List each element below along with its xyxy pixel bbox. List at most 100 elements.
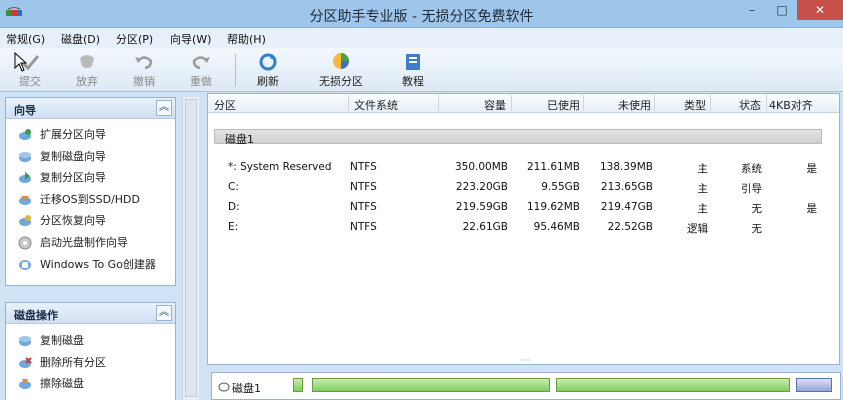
undo-label: 撤销	[133, 75, 155, 88]
redo-icon	[192, 56, 210, 70]
disk-ops-panel-title: 磁盘操作	[14, 309, 58, 322]
menu-disk[interactable]: 磁盘(D)	[61, 31, 100, 47]
wizard-item-copy-disk[interactable]: 复制磁盘向导	[6, 146, 175, 168]
disk-op-wipe-disk[interactable]: 擦除磁盘	[6, 373, 175, 395]
disk-op-label: 删除所有分区	[40, 355, 106, 369]
column-divider[interactable]	[710, 95, 711, 111]
partition-bar-system-reserved[interactable]	[293, 378, 303, 392]
toolbar: 提交 放弃 撤销 重做 刷新 无损分区 教程	[0, 48, 843, 92]
wizard-item-migrate-os[interactable]: 迁移OS到SSD/HDD	[6, 189, 175, 211]
cell-used: 95.46MB	[533, 221, 580, 233]
cell-free: 138.39MB	[599, 161, 653, 173]
disk-ops-collapse-button[interactable]: ︽	[156, 305, 172, 321]
column-divider[interactable]	[583, 95, 584, 111]
cell-used: 119.62MB	[526, 201, 580, 213]
close-button[interactable]: ✕	[797, 0, 843, 20]
submit-label: 提交	[19, 75, 41, 88]
mouse-cursor-icon	[14, 52, 28, 72]
cell-type: 主	[697, 203, 709, 215]
cell-capacity: 22.61GB	[462, 221, 508, 233]
cell-partition: C:	[228, 181, 239, 193]
windows-to-go-icon	[19, 259, 31, 270]
column-header-free[interactable]: 未使用	[618, 97, 651, 113]
disk-group-row[interactable]: 磁盘1	[214, 129, 822, 146]
partition-bar-d[interactable]	[556, 378, 790, 392]
column-divider[interactable]	[511, 95, 512, 111]
column-divider[interactable]	[654, 95, 655, 111]
disk-op-copy-disk[interactable]: 复制磁盘	[6, 330, 175, 352]
tutorial-button[interactable]: 教程	[389, 50, 437, 89]
column-header-partition[interactable]: 分区	[214, 97, 236, 113]
splitter-grip[interactable]: ····	[515, 357, 535, 365]
partition-bar-e[interactable]	[796, 378, 832, 392]
undo-button[interactable]: 撤销	[120, 50, 168, 89]
sidebar-scrollbar-thumb[interactable]	[185, 99, 197, 397]
column-header-used[interactable]: 已使用	[547, 97, 580, 113]
wizard-item-copy-partition[interactable]: 复制分区向导	[6, 167, 175, 189]
partition-list: 分区 文件系统 容量 已使用 未使用 类型 状态 4KB对齐 磁盘1 *: Sy…	[207, 93, 840, 365]
wizard-panel: 向导 ︽ 扩展分区向导 复制磁盘向导 复制分区向导 迁移OS到SSD/HDD 分…	[5, 97, 176, 286]
cell-status: 无	[751, 203, 763, 215]
cell-status: 无	[751, 223, 763, 235]
disk-map: 磁盘1	[211, 372, 841, 400]
wizard-item-label: 分区恢复向导	[40, 214, 106, 228]
cell-type: 逻辑	[687, 223, 708, 235]
lossless-partition-icon	[333, 53, 349, 69]
window-title: 分区助手专业版 - 无损分区免费软件	[309, 9, 534, 25]
disk-op-delete-all-partitions[interactable]: 删除所有分区	[6, 352, 175, 374]
cell-partition: *: System Reserved	[228, 161, 332, 173]
wizard-item-bootable-media[interactable]: 启动光盘制作向导	[6, 232, 175, 254]
minimize-button[interactable]: –	[737, 0, 767, 20]
wizard-item-label: 启动光盘制作向导	[40, 235, 128, 249]
cell-4k-align: 是	[806, 163, 818, 175]
lossless-partition-label: 无损分区	[319, 75, 363, 88]
wizard-item-partition-recovery[interactable]: 分区恢复向导	[6, 210, 175, 232]
migrate-os-icon	[19, 195, 31, 205]
cell-free: 219.47GB	[600, 201, 653, 213]
column-header-capacity[interactable]: 容量	[484, 97, 506, 113]
refresh-button[interactable]: 刷新	[244, 50, 292, 89]
column-divider[interactable]	[438, 95, 439, 111]
title-bar: 分区助手专业版 - 无损分区免费软件 – □ ✕	[0, 0, 843, 28]
partition-table-header: 分区 文件系统 容量 已使用 未使用 类型 状态 4KB对齐	[208, 94, 839, 113]
copy-partition-icon	[19, 172, 31, 184]
discard-button[interactable]: 放弃	[63, 50, 111, 89]
redo-button[interactable]: 重做	[177, 50, 225, 89]
wizard-panel-title: 向导	[14, 104, 36, 117]
column-divider[interactable]	[348, 95, 349, 111]
cell-capacity: 350.00MB	[454, 161, 508, 173]
wizard-item-label: 复制分区向导	[40, 171, 106, 185]
column-header-4k-align[interactable]: 4KB对齐	[769, 97, 813, 113]
cell-filesystem: NTFS	[350, 181, 377, 193]
column-header-status[interactable]: 状态	[739, 97, 761, 113]
disk-ops-panel-header: 磁盘操作 ︽	[6, 303, 175, 324]
wizard-item-extend-partition[interactable]: 扩展分区向导	[6, 124, 175, 146]
disk-op-label: 擦除磁盘	[40, 377, 84, 391]
wizard-item-windows-to-go[interactable]: Windows To Go创建器	[6, 254, 175, 276]
lossless-partition-button[interactable]: 无损分区	[312, 50, 370, 89]
wizard-item-label: 迁移OS到SSD/HDD	[40, 192, 140, 206]
menu-partition[interactable]: 分区(P)	[116, 31, 153, 47]
cell-capacity: 219.59GB	[455, 201, 508, 213]
menu-general[interactable]: 常规(G)	[6, 31, 45, 47]
copy-disk-icon	[19, 151, 31, 162]
copy-disk-icon	[19, 336, 31, 346]
menu-wizard[interactable]: 向导(W)	[170, 31, 211, 47]
sidebar-scrollbar[interactable]	[182, 97, 199, 400]
disk-ops-panel: 磁盘操作 ︽ 复制磁盘 删除所有分区 擦除磁盘	[5, 302, 176, 400]
extend-partition-icon	[19, 129, 31, 140]
redo-label: 重做	[190, 75, 212, 88]
wipe-disk-icon	[19, 379, 31, 390]
column-divider[interactable]	[766, 95, 767, 111]
menu-help[interactable]: 帮助(H)	[227, 31, 266, 47]
partition-bar-c[interactable]	[312, 378, 550, 392]
column-header-type[interactable]: 类型	[684, 97, 706, 113]
maximize-button[interactable]: □	[767, 0, 797, 20]
partition-recovery-icon	[19, 215, 31, 227]
cell-filesystem: NTFS	[350, 161, 377, 173]
wizard-collapse-button[interactable]: ︽	[156, 100, 172, 116]
column-header-filesystem[interactable]: 文件系统	[354, 97, 398, 113]
cell-partition: E:	[228, 221, 239, 233]
discard-label: 放弃	[76, 75, 98, 88]
cell-partition: D:	[228, 201, 240, 213]
